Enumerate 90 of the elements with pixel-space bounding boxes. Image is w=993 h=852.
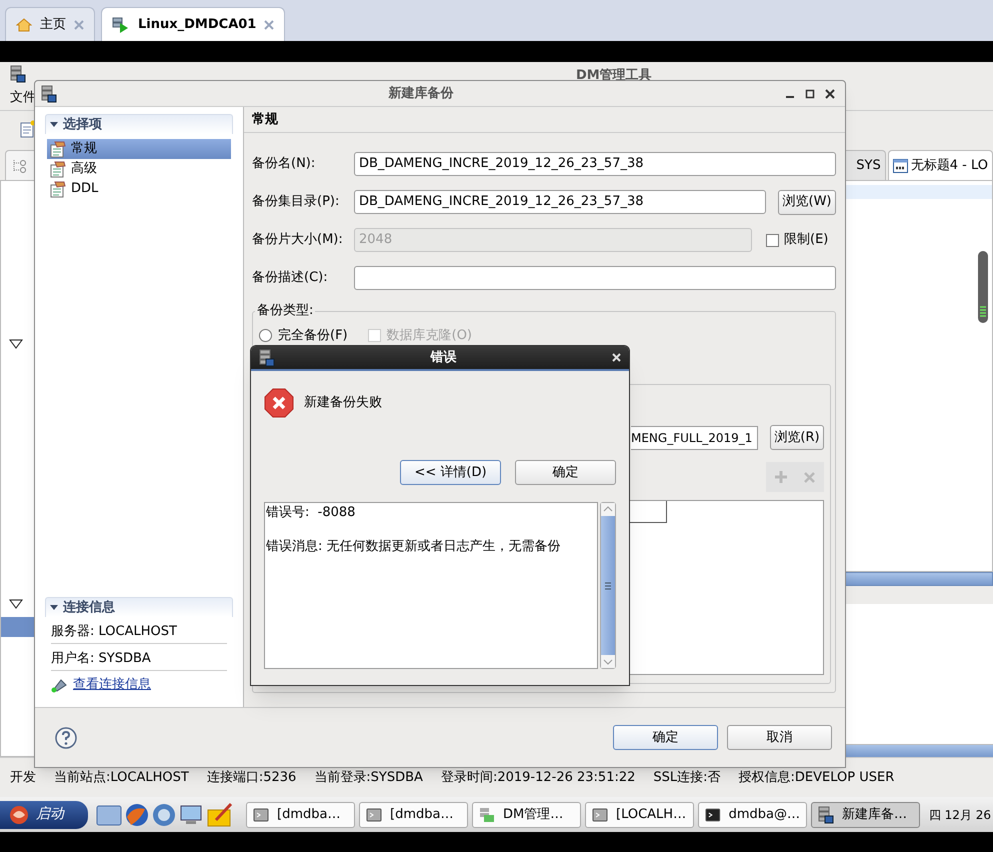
tree-icon: [12, 158, 28, 172]
browser-tab[interactable]: 主页: [5, 7, 95, 41]
sidebar-item[interactable]: 常规: [47, 139, 231, 159]
dialog-button[interactable]: 确定: [613, 725, 718, 750]
error-message: 新建备份失败: [304, 394, 382, 412]
field-label: 备份描述(C):: [252, 269, 329, 288]
field-label: 备份片大小(M):: [252, 231, 344, 250]
database-icon: [818, 806, 834, 824]
scroll-up-icon[interactable]: [601, 503, 615, 516]
dialog-icon: [259, 348, 275, 366]
mail-icon[interactable]: [152, 802, 176, 826]
dialog-title: 新建库备份: [388, 84, 454, 103]
app-icon: [10, 65, 26, 83]
status-text: 登录时间:2019-12-26 23:51:22: [440, 768, 636, 787]
taskbar-button[interactable]: [LOCALH…: [585, 802, 694, 828]
dialog-title: 错误: [429, 348, 458, 367]
sql-file-icon: [892, 158, 908, 172]
collapse-icon: [50, 122, 58, 128]
text-field: 2048: [354, 228, 752, 252]
taskbar-button[interactable]: [dmdba…: [246, 802, 355, 828]
scroll-indicator-icon: [977, 251, 989, 323]
connection-icon: [51, 677, 67, 693]
radio-label: 完全备份(F): [278, 326, 348, 345]
document-icon: [49, 160, 67, 178]
menu-item[interactable]: 文件: [10, 88, 36, 108]
taskbar-button[interactable]: 新建库备…: [811, 802, 920, 828]
details-text: 错误号: -8088: [266, 505, 356, 521]
status-text: 开发: [10, 768, 36, 787]
start-logo-icon: [8, 804, 30, 824]
terminal-icon: [705, 806, 721, 822]
dialog-icon: [41, 84, 57, 102]
help-icon[interactable]: [55, 726, 77, 748]
browse-button[interactable]: 浏览(W): [778, 190, 836, 214]
maximize-icon[interactable]: [805, 88, 815, 98]
browser-tab[interactable]: Linux_DMDCA01: [101, 7, 286, 41]
status-text: 当前登录:SYSDBA: [314, 768, 423, 787]
home-icon: [16, 16, 32, 32]
grip-icon: [605, 582, 611, 590]
editor-tab[interactable]: 无标题4 - LO: [888, 150, 993, 180]
document-icon: [49, 180, 67, 198]
sidebar-item[interactable]: DDL: [47, 179, 231, 199]
connection-info-text: 用户名: SYSDBA: [51, 644, 227, 671]
start-button[interactable]: 启动: [0, 800, 88, 828]
collapse-icon: [50, 604, 58, 610]
field-label: 备份名(N):: [252, 155, 316, 174]
server-icon: [112, 16, 130, 34]
group-legend: 备份类型:: [255, 303, 316, 319]
status-text: 授权信息:DEVELOP USER: [738, 768, 894, 787]
status-text: 连接端口:5236: [206, 768, 296, 787]
monitor-icon[interactable]: [179, 802, 203, 826]
vertical-scrollbar[interactable]: [600, 502, 616, 669]
document-icon: [49, 140, 67, 158]
text-field[interactable]: DB_DAMENG_INCRE_2019_12_26_23_57_38: [354, 152, 836, 176]
expand-icon[interactable]: [9, 599, 23, 609]
taskbar-button[interactable]: [dmdba…: [359, 802, 468, 828]
text-field[interactable]: MENG_FULL_2019_1: [631, 426, 758, 450]
error-icon: [264, 388, 294, 418]
connection-info-text: 服务器: LOCALHOST: [51, 617, 227, 644]
taskbar-button[interactable]: dmdba@…: [698, 802, 807, 828]
notepad-icon[interactable]: [206, 802, 234, 828]
expand-icon[interactable]: [9, 339, 23, 349]
scroll-down-icon[interactable]: [601, 655, 615, 668]
app-icon: [479, 806, 495, 822]
terminal-icon: [366, 806, 382, 822]
radio-button[interactable]: [259, 329, 272, 342]
browse-button[interactable]: 浏览(R): [770, 425, 824, 450]
clock-text: 四 12月 26: [928, 806, 992, 824]
status-text: SSL连接:否: [653, 768, 721, 787]
status-text: 当前站点:LOCALHOST: [54, 768, 189, 787]
text-field[interactable]: DB_DAMENG_INCRE_2019_12_26_23_57_38: [354, 190, 766, 214]
sidebar-item[interactable]: 高级: [47, 159, 231, 179]
checkbox-label: 数据库克隆(O): [386, 326, 472, 345]
terminal-icon: [592, 806, 608, 822]
close-icon[interactable]: [825, 88, 835, 98]
dialog-button[interactable]: << 详情(D): [400, 460, 501, 485]
field-label: 备份集目录(P):: [252, 193, 340, 212]
checkbox-label: 限制(E): [784, 231, 828, 250]
taskbar-button[interactable]: DM管理…: [472, 802, 581, 828]
section-title: 常规: [252, 110, 278, 129]
browser-icon[interactable]: [125, 802, 149, 826]
section-header[interactable]: 连接信息: [45, 597, 233, 617]
section-header[interactable]: 选择项: [45, 114, 233, 134]
details-text: 错误消息: 无任何数据更新或者日志产生，无需备份: [266, 539, 562, 555]
connection-link[interactable]: 查看连接信息: [73, 675, 151, 695]
new-document-icon[interactable]: [20, 120, 36, 138]
folder-icon[interactable]: [96, 802, 122, 826]
dialog-button[interactable]: 取消: [727, 725, 832, 750]
terminal-icon: [253, 806, 269, 822]
text-field[interactable]: [354, 266, 836, 290]
dialog-button[interactable]: 确定: [515, 460, 616, 485]
